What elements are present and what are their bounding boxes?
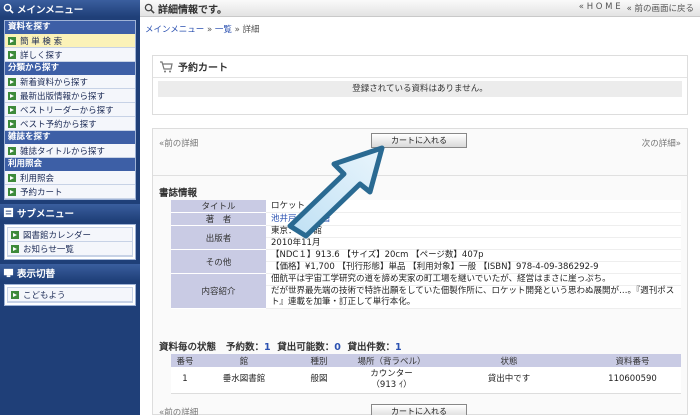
main-menu-header: メインメニュー: [0, 0, 140, 17]
display-switch-title: 表示切替: [17, 268, 56, 280]
cart-icon: [160, 60, 173, 72]
search-icon: [3, 3, 14, 14]
holdings-header-row: 番号 館 種別 場所（背ラベル） 状態 資料番号: [171, 354, 681, 367]
sidebar-item-simple-search[interactable]: 簡 単 検 索: [5, 34, 135, 48]
top-bar: 詳細情報です。 « H O M E « 前の画面に戻る: [140, 0, 700, 17]
sidebar-item-best-reserved[interactable]: ベスト予約から探す: [5, 117, 135, 131]
divider: [153, 175, 687, 176]
sub-menu-header: サブメニュー: [0, 204, 140, 221]
sidebar-item-best-readers[interactable]: ベストリーダーから探す: [5, 103, 135, 117]
holdings-table: 番号 館 種別 場所（背ラベル） 状態 資料番号 1 垂水図書館 般図 カウンタ…: [171, 354, 681, 394]
sub-menu-panel: 図書館カレンダー お知らせ一覧: [4, 224, 136, 260]
sidebar-item-library-calendar[interactable]: 図書館カレンダー: [8, 228, 132, 242]
display-icon: [3, 268, 14, 278]
cart-empty-message: 登録されている資料はありません。: [158, 81, 682, 97]
display-switch-panel: こどもよう: [4, 284, 136, 306]
loan-count: 1: [395, 342, 402, 353]
page-title: 詳細情報です。: [158, 4, 227, 16]
breadcrumb-list[interactable]: 一覧: [215, 25, 232, 35]
back-link[interactable]: « 前の画面に戻る: [627, 2, 694, 14]
top-links: « H O M E « 前の画面に戻る: [579, 2, 694, 14]
sidebar-item-usage-inquiry[interactable]: 利用照会: [5, 171, 135, 185]
arrow-bullet-icon: [11, 290, 19, 299]
arrow-bullet-icon: [11, 244, 19, 253]
display-switch-header: 表示切替: [0, 264, 140, 281]
arrow-bullet-icon: [8, 119, 16, 128]
section-search: 資料を探す: [5, 21, 135, 34]
home-link[interactable]: « H O M E: [579, 2, 621, 14]
sidebar-item-news-list[interactable]: お知らせ一覧: [8, 242, 132, 256]
holdings-summary: 資料毎の状態 予約数：1 貸出可能数：0 貸出件数：1: [159, 342, 402, 353]
arrow-bullet-icon: [8, 105, 16, 114]
add-to-cart-button-bottom[interactable]: カートに入れる: [371, 404, 467, 415]
sidebar-item-advanced-search[interactable]: 詳しく探す: [5, 48, 135, 62]
next-detail-link[interactable]: 次の詳細»: [642, 137, 681, 149]
sidebar-item-kids-mode[interactable]: こどもよう: [8, 288, 132, 302]
biblio-heading: 書誌情報: [159, 188, 198, 199]
biblio-table: タイトル ロケット 著 者池井戸 潤／著 出版者 東京：小学館 2010年11月 そ…: [171, 200, 681, 309]
arrow-bullet-icon: [8, 91, 16, 100]
arrow-bullet-icon: [8, 173, 16, 182]
arrow-bullet-icon: [8, 36, 16, 45]
sidebar-item-reserve-cart[interactable]: 予約カート: [5, 185, 135, 199]
breadcrumb: メインメニュー » 一覧 » 詳細: [145, 25, 260, 35]
reserve-cart-box: 予約カート 登録されている資料はありません。: [152, 55, 688, 115]
breadcrumb-detail: 詳細: [242, 25, 260, 35]
add-to-cart-button[interactable]: カートに入れる: [371, 133, 467, 148]
prev-detail-link[interactable]: «前の詳細: [159, 137, 198, 149]
sidebar-item-new-arrivals[interactable]: 新着資料から探す: [5, 75, 135, 89]
breadcrumb-main-menu[interactable]: メインメニュー: [145, 25, 204, 35]
biblio-row-author: 著 者池井戸 潤／著: [171, 212, 681, 226]
sidebar: メインメニュー 資料を探す 簡 単 検 索 詳しく探す 分類から探す 新着資料か…: [0, 0, 140, 415]
search-icon: [144, 3, 155, 14]
main-menu-panel: 資料を探す 簡 単 検 索 詳しく探す 分類から探す 新着資料から探す 最新出版…: [4, 20, 136, 200]
arrow-bullet-icon: [8, 187, 16, 196]
sub-menu-title: サブメニュー: [17, 208, 75, 220]
arrow-bullet-icon: [8, 50, 16, 59]
section-magazine: 雑誌を探す: [5, 131, 135, 144]
prev-detail-link-bottom[interactable]: «前の詳細: [159, 406, 198, 415]
cart-header: 予約カート: [153, 56, 687, 78]
cart-title: 予約カート: [178, 63, 228, 74]
biblio-row-publisher: 出版者 東京：小学館: [171, 225, 681, 250]
section-category: 分類から探す: [5, 62, 135, 75]
main-menu-title: メインメニュー: [17, 4, 84, 16]
section-usage: 利用照会: [5, 158, 135, 171]
detail-area: «前の詳細 カートに入れる 次の詳細» 書誌情報 タイトル ロケット 著 者池井戸…: [152, 128, 688, 415]
detail-nav-bottom: «前の詳細 カートに入れる: [153, 401, 687, 415]
reserve-count: 1: [263, 342, 271, 353]
document-icon: [3, 207, 14, 218]
sidebar-item-magazine-title[interactable]: 雑誌タイトルから探す: [5, 144, 135, 158]
sidebar-item-latest-publications[interactable]: 最新出版情報から探す: [5, 89, 135, 103]
arrow-bullet-icon: [11, 230, 19, 239]
author-link[interactable]: 池井戸 潤／著: [271, 214, 331, 224]
detail-nav-top: «前の詳細 カートに入れる 次の詳細»: [153, 129, 687, 151]
biblio-row-summary: 内容紹介 佃航平は宇宙工学研究の道を諦め実家の町工場を継いでいたが、経営はまさに崖…: [171, 273, 681, 309]
biblio-row-other: その他 【NDC１】913.6 【サイズ】20cm 【ページ数】407p: [171, 249, 681, 274]
arrow-bullet-icon: [8, 77, 16, 86]
arrow-bullet-icon: [8, 146, 16, 155]
available-count: 0: [334, 342, 341, 353]
biblio-row-title: タイトル ロケット: [171, 200, 681, 213]
table-row: 1 垂水図書館 般図 カウンター （913 ｲ） 貸出中です 110600590: [171, 367, 681, 394]
